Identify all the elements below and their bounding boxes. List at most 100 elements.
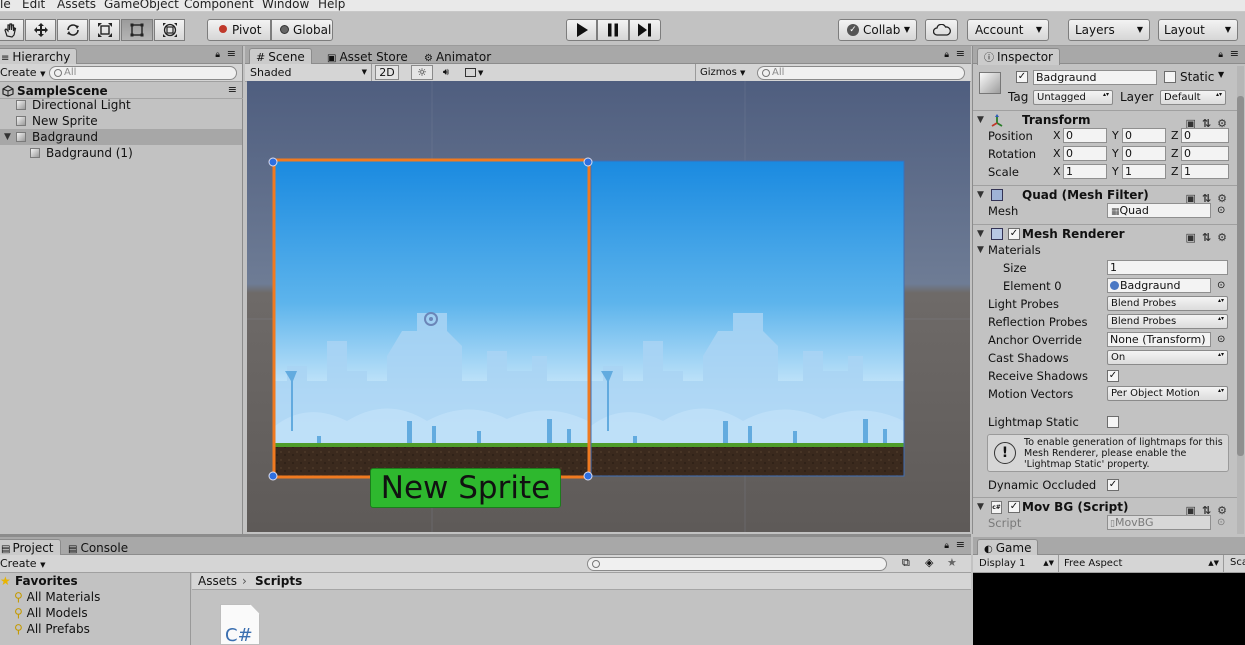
scale-z-field[interactable]: 1: [1181, 164, 1229, 179]
script-enabled-checkbox[interactable]: ✓: [1008, 501, 1020, 513]
reflection-probes-dropdown[interactable]: Blend Probes: [1107, 314, 1228, 329]
background-sprite-clone[interactable]: [590, 160, 905, 477]
project-search-input[interactable]: [587, 557, 887, 571]
position-y-field[interactable]: 0: [1122, 128, 1166, 143]
hierarchy-item-new-sprite[interactable]: New Sprite: [0, 113, 242, 129]
materials-row[interactable]: ▼ Materials: [973, 241, 1237, 259]
favorite-item-all-prefabs[interactable]: ⚲ All Prefabs: [14, 621, 90, 637]
panel-menu-icon[interactable]: ≡: [1230, 47, 1239, 60]
star-icon[interactable]: ★: [947, 556, 957, 569]
menu-file[interactable]: le: [0, 0, 11, 10]
game-view[interactable]: [973, 573, 1245, 645]
lock-icon[interactable]: 🔒︎: [944, 541, 949, 551]
scene-viewport[interactable]: New Sprite: [247, 81, 970, 532]
lighting-toggle[interactable]: ☼: [411, 65, 433, 80]
move-tool-button[interactable]: [25, 19, 56, 41]
effects-dropdown[interactable]: ▼: [461, 65, 493, 80]
shading-mode-dropdown[interactable]: Shaded ▼: [250, 64, 372, 81]
tab-asset-store[interactable]: ▣ Asset Store: [320, 48, 415, 65]
cast-shadows-dropdown[interactable]: On: [1107, 350, 1228, 365]
tab-game[interactable]: ◐ Game: [977, 539, 1039, 556]
scale-tool-button[interactable]: [89, 19, 120, 41]
step-button[interactable]: [629, 19, 661, 41]
size-field[interactable]: 1: [1107, 260, 1228, 275]
global-toggle[interactable]: Global: [271, 19, 333, 41]
rotate-tool-button[interactable]: [57, 19, 88, 41]
object-picker-icon[interactable]: ⊙: [1217, 202, 1225, 220]
light-probes-dropdown[interactable]: Blend Probes: [1107, 296, 1228, 311]
layers-dropdown[interactable]: Layers ▼: [1068, 19, 1150, 41]
favorite-item-all-materials[interactable]: ⚲ All Materials: [14, 589, 100, 605]
expand-arrow-icon[interactable]: ▼: [977, 241, 984, 259]
receive-shadows-checkbox[interactable]: ✓: [1107, 370, 1119, 382]
expand-arrow-icon[interactable]: ▼: [4, 129, 11, 145]
mesh-field[interactable]: ▦Quad: [1107, 203, 1211, 218]
lock-icon[interactable]: 🔒︎: [944, 50, 949, 60]
scale-y-field[interactable]: 1: [1122, 164, 1166, 179]
scrollbar-thumb[interactable]: [1237, 96, 1244, 456]
scene-search-input[interactable]: All: [757, 66, 965, 80]
panel-menu-icon[interactable]: ≡: [227, 47, 236, 60]
dynamic-occluded-checkbox[interactable]: ✓: [1107, 479, 1119, 491]
hierarchy-search-input[interactable]: All: [49, 66, 237, 80]
rotation-z-field[interactable]: 0: [1181, 146, 1229, 161]
cloud-button[interactable]: [925, 19, 958, 41]
audio-toggle[interactable]: 🔊︎: [435, 65, 457, 80]
object-picker-icon[interactable]: ⊙: [1217, 277, 1225, 295]
inspector-scrollbar[interactable]: [1237, 66, 1244, 534]
aspect-dropdown[interactable]: Free Aspect ▲▼: [1064, 555, 1224, 572]
position-z-field[interactable]: 0: [1181, 128, 1229, 143]
element0-field[interactable]: Badgraund: [1107, 278, 1211, 293]
script-file-asset[interactable]: C#: [220, 604, 260, 645]
favorites-header[interactable]: ★ Favorites: [0, 573, 78, 589]
layer-dropdown[interactable]: Default: [1160, 90, 1226, 105]
menu-window[interactable]: Window: [262, 0, 309, 10]
object-picker-icon[interactable]: ⊙: [1217, 331, 1225, 349]
display-dropdown[interactable]: Display 1 ▲▼: [979, 555, 1059, 572]
transform-tool-button[interactable]: [154, 19, 185, 41]
tab-scene[interactable]: # Scene: [249, 48, 312, 65]
chevron-down-icon[interactable]: ▼: [1218, 70, 1224, 79]
favorite-item-all-models[interactable]: ⚲ All Models: [14, 605, 88, 621]
static-checkbox[interactable]: [1164, 71, 1176, 83]
hierarchy-item-badgraund-1[interactable]: Badgraund (1): [0, 145, 242, 161]
breadcrumb-assets[interactable]: Assets: [198, 573, 237, 589]
play-button[interactable]: [566, 19, 597, 41]
menu-gameobject[interactable]: GameObject: [104, 0, 179, 10]
hierarchy-item-directional-light[interactable]: Directional Light: [0, 97, 242, 113]
menu-edit[interactable]: Edit: [22, 0, 45, 10]
collab-dropdown[interactable]: ✓ Collab ▼: [838, 19, 917, 41]
position-x-field[interactable]: 0: [1063, 128, 1107, 143]
lock-icon[interactable]: 🔒︎: [1218, 50, 1223, 60]
toggle-2d-button[interactable]: 2D: [375, 65, 399, 80]
layout-dropdown[interactable]: Layout ▼: [1158, 19, 1238, 41]
motion-vectors-dropdown[interactable]: Per Object Motion: [1107, 386, 1228, 401]
tab-console[interactable]: ▤ Console: [61, 539, 135, 556]
tab-inspector[interactable]: ⓘ Inspector: [977, 48, 1060, 65]
scene-menu-icon[interactable]: ≡: [228, 83, 237, 96]
pause-button[interactable]: [597, 19, 629, 41]
menu-assets[interactable]: Assets: [57, 0, 96, 10]
scale-x-field[interactable]: 1: [1063, 164, 1107, 179]
object-name-field[interactable]: Badgraund: [1033, 70, 1157, 85]
tab-animator[interactable]: ⚙ Animator: [417, 48, 498, 65]
panel-menu-icon[interactable]: ≡: [956, 47, 965, 60]
filter-type-icon[interactable]: ⧉: [902, 556, 910, 570]
lock-icon[interactable]: 🔒︎: [215, 50, 220, 60]
lightmap-static-checkbox[interactable]: [1107, 416, 1119, 428]
label-icon[interactable]: ◈: [925, 556, 933, 569]
mesh-renderer-enabled-checkbox[interactable]: ✓: [1008, 228, 1020, 240]
tag-dropdown[interactable]: Untagged: [1033, 90, 1113, 105]
active-checkbox[interactable]: ✓: [1016, 71, 1028, 83]
rect-tool-button[interactable]: [121, 19, 153, 41]
create-dropdown[interactable]: Create ▼: [0, 557, 45, 570]
tab-project[interactable]: ▤ Project: [0, 539, 61, 556]
account-dropdown[interactable]: Account ▼: [967, 19, 1049, 41]
menu-help[interactable]: Help: [318, 0, 345, 10]
tab-hierarchy[interactable]: ≡ Hierarchy: [0, 48, 78, 65]
menu-component[interactable]: Component: [184, 0, 254, 10]
panel-menu-icon[interactable]: ≡: [956, 538, 965, 551]
breadcrumb-scripts[interactable]: Scripts: [255, 573, 302, 589]
anchor-override-field[interactable]: None (Transform): [1107, 332, 1211, 347]
gizmos-dropdown[interactable]: Gizmos ▼: [695, 64, 752, 81]
